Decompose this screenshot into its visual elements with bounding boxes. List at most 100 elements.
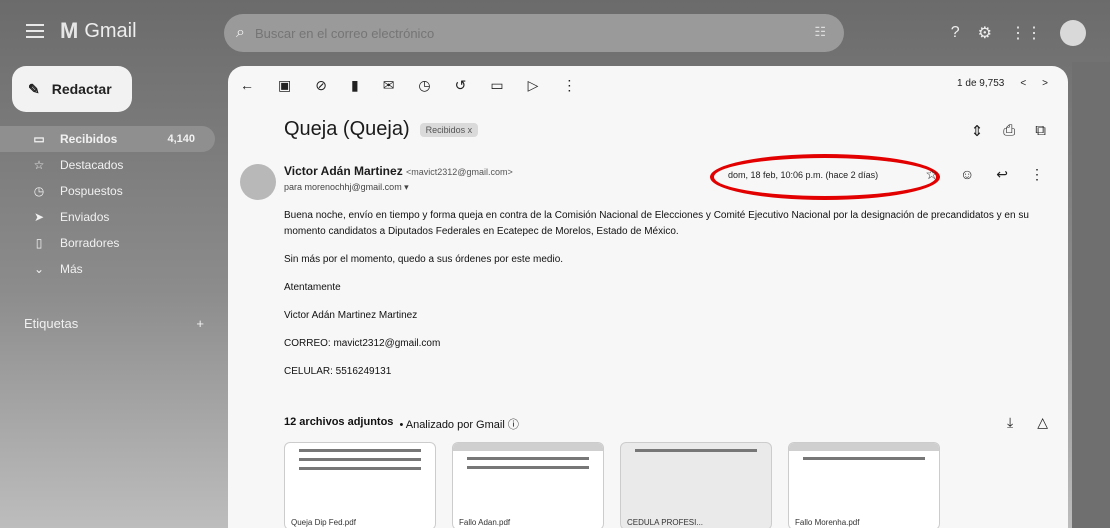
sidebar-item-label: Enviados xyxy=(60,210,110,224)
attachment-name: Fallo Adan.pdf xyxy=(459,518,511,527)
body-paragraph: Sin más por el momento, quedo a sus órde… xyxy=(284,254,564,265)
send-icon: ➤ xyxy=(33,210,45,224)
print-icon[interactable]: ⎙ xyxy=(1003,122,1015,140)
sidebar: ▭ Recibidos 4,140 ☆ Destacados ◷ Pospues… xyxy=(0,126,215,282)
attachment-thumbnail[interactable]: Fallo Adan.pdf xyxy=(452,442,604,528)
top-bar: M Gmail ⌕ ☷ ? ⚙ ⋮⋮ xyxy=(0,0,1110,62)
doc-line xyxy=(803,457,925,460)
chevron-down-icon: ⌄ xyxy=(33,262,45,276)
account-avatar[interactable] xyxy=(1060,20,1086,46)
attachment-thumbnail[interactable]: Queja Dip Fed.pdf xyxy=(284,442,436,528)
sidebar-item-mas[interactable]: ⌄ Más xyxy=(0,256,215,282)
doc-line xyxy=(467,457,589,460)
sidebar-item-label: Destacados xyxy=(60,158,124,172)
doc-header-bar xyxy=(789,443,939,451)
attachment-thumbnail[interactable]: CEDULA PROFESI... xyxy=(620,442,772,528)
star-icon[interactable]: ☆ xyxy=(925,166,938,183)
mark-unread-icon[interactable]: ✉ xyxy=(383,77,395,94)
archive-icon[interactable]: ▣ xyxy=(278,77,291,94)
app-logo[interactable]: M Gmail xyxy=(60,18,137,44)
signature-name: Victor Adán Martinez Martinez xyxy=(284,310,418,321)
download-all-icon[interactable]: ⤓ xyxy=(1007,414,1013,431)
sidebar-item-label: Más xyxy=(60,262,83,276)
more-vert-icon[interactable]: ⋮ xyxy=(1030,166,1044,183)
clock-icon: ◷ xyxy=(33,184,45,198)
app-name: Gmail xyxy=(84,19,137,42)
side-panel-strip xyxy=(1072,62,1110,528)
attachments-analyzed: • Analizado por Gmail ⓘ xyxy=(399,419,519,431)
email-panel: ← ▣ ⊘ ▮ ✉ ◷ ↺ ▭ ▷ ⋮ 1 de 9,753 < > Queja… xyxy=(228,66,1068,528)
sidebar-item-borradores[interactable]: ▯ Borradores xyxy=(0,230,215,256)
apps-grid-icon[interactable]: ⋮⋮ xyxy=(1010,23,1042,43)
doc-line xyxy=(299,467,421,470)
more-vert-icon[interactable]: ⋮ xyxy=(562,77,576,94)
labels-section-header: Etiquetas + xyxy=(24,316,204,331)
search-bar[interactable]: ⌕ ☷ xyxy=(224,14,844,52)
add-label-button[interactable]: + xyxy=(196,316,204,331)
reply-icon[interactable]: ↩ xyxy=(996,166,1008,183)
add-task-icon[interactable]: ↺ xyxy=(455,77,467,94)
message-actions: ☆ ☺ ↩ ⋮ xyxy=(925,166,1044,183)
sender-avatar xyxy=(240,164,276,200)
doc-line xyxy=(299,458,421,461)
attachments-count: 12 archivos adjuntos xyxy=(284,416,394,428)
label-chip[interactable]: Recibidos x xyxy=(419,122,479,137)
attachment-name: Fallo Morenha.pdf xyxy=(795,518,860,527)
unread-count: 4,140 xyxy=(167,133,195,145)
doc-line xyxy=(299,449,421,452)
inbox-icon: ▭ xyxy=(33,132,45,146)
help-icon[interactable]: ? xyxy=(951,24,960,42)
sidebar-item-enviados[interactable]: ➤ Enviados xyxy=(0,204,215,230)
snooze-icon[interactable]: ◷ xyxy=(418,77,430,94)
attachments-header: 12 archivos adjuntos • Analizado por Gma… xyxy=(284,416,519,432)
sender-email: <mavict2312@gmail.com> xyxy=(406,167,513,177)
compose-label: Redactar xyxy=(51,81,112,97)
signature-phone: CELULAR: 5516249131 xyxy=(284,366,392,377)
save-to-drive-icon[interactable]: △ xyxy=(1037,414,1048,431)
attachments-list: Queja Dip Fed.pdf Fallo Adan.pdf CEDULA … xyxy=(284,442,940,528)
signature-email: CORREO: mavict2312@gmail.com xyxy=(284,338,441,349)
email-toolbar: ← ▣ ⊘ ▮ ✉ ◷ ↺ ▭ ▷ ⋮ xyxy=(228,66,1068,104)
sidebar-item-label: Recibidos xyxy=(60,132,118,146)
sidebar-item-recibidos[interactable]: ▭ Recibidos 4,140 xyxy=(0,126,215,152)
sender-name: Victor Adán Martinez xyxy=(284,164,403,178)
back-arrow-icon[interactable]: ← xyxy=(240,77,254,93)
doc-line xyxy=(635,449,757,452)
expand-icon[interactable]: ⇕ xyxy=(971,122,984,140)
settings-gear-icon[interactable]: ⚙ xyxy=(978,23,992,43)
email-body: Buena noche, envío en tiempo y forma que… xyxy=(284,208,1044,392)
hamburger-menu-icon[interactable] xyxy=(26,24,44,38)
search-icon[interactable]: ⌕ xyxy=(236,24,245,42)
labels-title: Etiquetas xyxy=(24,316,79,331)
sidebar-item-pospuestos[interactable]: ◷ Pospuestos xyxy=(0,178,215,204)
top-icons: ? ⚙ ⋮⋮ xyxy=(951,20,1086,46)
draft-icon: ▯ xyxy=(35,236,43,250)
pager-prev[interactable]: < xyxy=(1020,78,1026,89)
pager-next[interactable]: > xyxy=(1042,78,1048,89)
attachment-name: CEDULA PROFESI... xyxy=(627,518,704,527)
doc-line xyxy=(467,466,589,469)
sidebar-item-label: Borradores xyxy=(60,236,120,250)
recipient-line[interactable]: para morenochhj@gmail.com ▾ xyxy=(284,182,409,193)
star-icon: ☆ xyxy=(33,158,45,172)
label-icon[interactable]: ▷ xyxy=(528,77,539,94)
emoji-icon[interactable]: ☺ xyxy=(960,166,974,183)
attachment-thumbnail[interactable]: Fallo Morenha.pdf xyxy=(788,442,940,528)
sidebar-item-destacados[interactable]: ☆ Destacados xyxy=(0,152,215,178)
sidebar-item-label: Pospuestos xyxy=(60,184,123,198)
red-annotation-circle xyxy=(710,154,940,200)
sender-line: Victor Adán Martinez <mavict2312@gmail.c… xyxy=(284,164,513,178)
search-options-icon[interactable]: ☷ xyxy=(814,24,826,40)
pencil-icon: ✎ xyxy=(28,80,40,97)
attachment-name: Queja Dip Fed.pdf xyxy=(291,518,356,527)
gmail-m-icon: M xyxy=(60,18,79,43)
email-subject: Queja (Queja) xyxy=(284,118,410,140)
compose-button[interactable]: ✎ Redactar xyxy=(12,66,132,112)
open-new-window-icon[interactable]: ⧉ xyxy=(1035,122,1046,140)
pager: 1 de 9,753 < > xyxy=(957,78,1048,89)
search-input[interactable] xyxy=(252,24,777,42)
delete-icon[interactable]: ▮ xyxy=(351,77,359,94)
report-spam-icon[interactable]: ⊘ xyxy=(315,77,327,94)
subject-actions: ⇕ ⎙ ⧉ xyxy=(971,122,1046,140)
move-to-icon[interactable]: ▭ xyxy=(490,77,503,94)
